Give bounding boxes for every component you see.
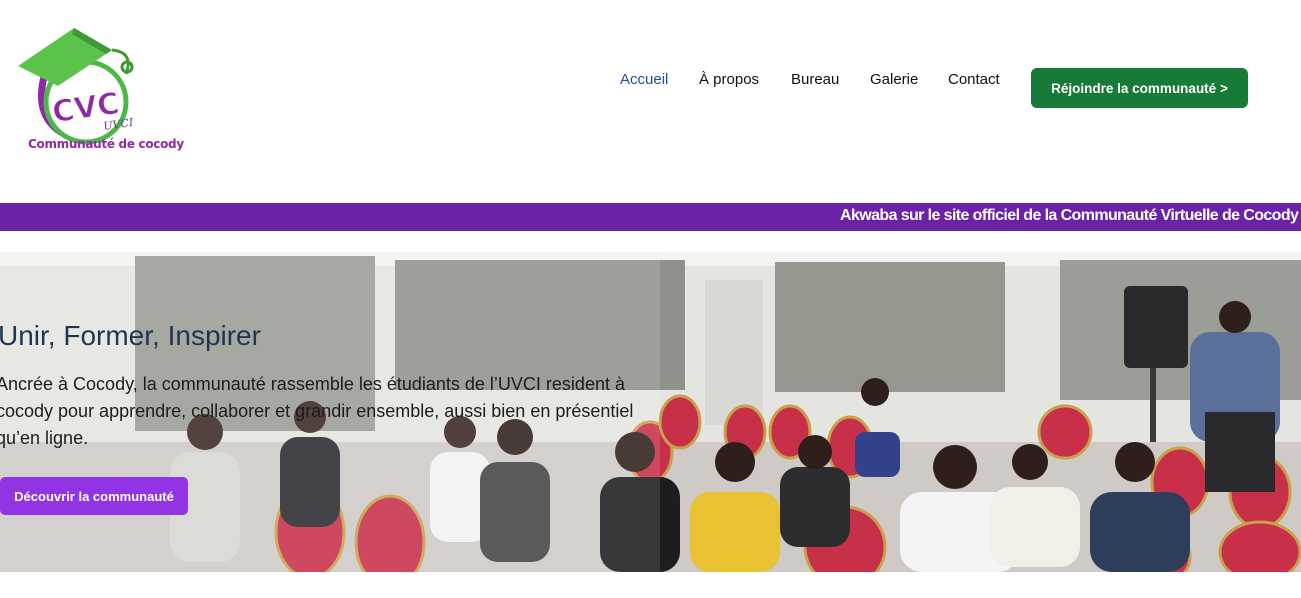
hero-description: Ancrée à Cocody, la communauté rassemble… [0, 374, 634, 448]
welcome-banner: Akwaba sur le site officiel de la Commun… [0, 203, 1301, 231]
hero-section: Unir, Former, Inspirer Ancrée à Cocody, … [0, 252, 1301, 572]
join-community-button[interactable]: Réjoindre la communauté > [1031, 68, 1248, 108]
nav-item-a-propos[interactable]: À propos [699, 71, 769, 88]
welcome-banner-text: Akwaba sur le site officiel de la Commun… [840, 207, 1299, 224]
nav-item-contact[interactable]: Contact [948, 71, 1008, 88]
site-header: CVC UVCI Communauté de cocody Accueil À … [0, 0, 1301, 190]
nav-item-galerie[interactable]: Galerie [870, 71, 930, 88]
nav-item-accueil[interactable]: Accueil [620, 71, 680, 88]
nav-item-bureau[interactable]: Bureau [791, 71, 851, 88]
logo-caption: Communauté de cocody [28, 137, 184, 151]
discover-community-button[interactable]: Découvrir la communauté [0, 477, 188, 515]
hero-title: Unir, Former, Inspirer [0, 320, 261, 351]
